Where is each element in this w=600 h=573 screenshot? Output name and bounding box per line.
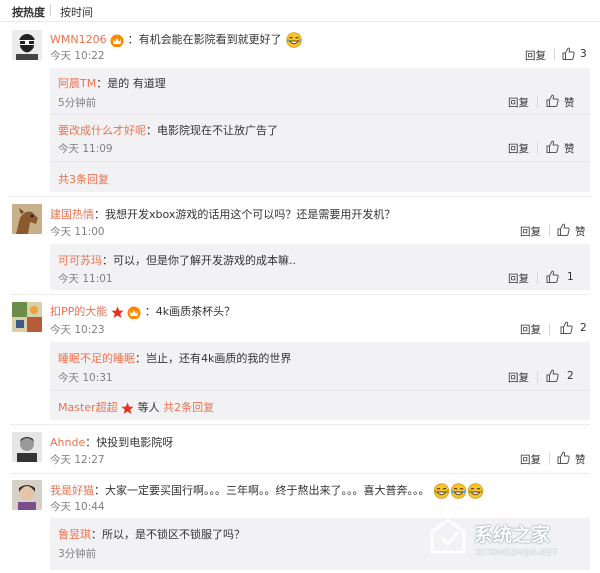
comment-time: 今天 11:00 [50,226,105,238]
more-replies-link[interactable]: 共2条回复 [163,401,214,414]
reply-username[interactable]: 睡眠不足的睡眠 [58,352,135,365]
comment-time: 今天 10:23 [50,324,105,336]
comment-username[interactable]: WMN1206 [50,33,107,46]
reply-text: ：可以，但是你了解开发游戏的成本嘛.. [102,254,296,267]
divider [50,114,590,115]
reply-username[interactable]: 可可苏玛 [58,254,102,267]
action-divider [549,225,550,237]
comment-text: ：快投到电影院呀 [85,436,174,449]
action-divider [537,96,538,108]
reply-username[interactable]: 要改成什么才好呢 [58,124,146,137]
action-divider [549,453,550,465]
like-icon[interactable] [560,321,573,334]
like-count[interactable]: 2 [567,370,574,382]
like-label[interactable]: 赞 [575,452,586,467]
watermark-url: XITONGZHIJIA.NET [476,548,558,557]
comment-text: ：大家一定要买国行啊。。。三年啊。。终于熬出来了。。。喜大普奔。。。 [94,484,430,497]
comment-text: ：我想开发xbox游戏的话用这个可以吗？还是需要用开发机？ [94,208,396,221]
action-divider [537,272,538,284]
like-count[interactable]: 3 [580,48,587,60]
reply-list: 睡眠不足的睡眠：岂止，还有4k画质的我的世界 今天 10:31 回复 2 Mas… [50,342,590,420]
tabs-divider-line [0,21,600,22]
reply-button[interactable]: 回复 [520,452,541,467]
like-icon[interactable] [546,140,559,153]
reply-list: 阿晨TM：是的 有道理 5分钟前 回复 赞 要改成什么才好呢：电影院现在不让放广… [50,68,590,192]
like-icon[interactable] [546,270,559,283]
comment-username[interactable]: 建国热情 [50,208,94,221]
more-replies-link[interactable]: 共3条回复 [58,171,109,187]
more-replies-mid: 等人 [137,401,160,414]
avatar[interactable] [12,302,42,332]
comment-text: ：有机会能在影院看到就更好了 [127,33,282,46]
laugh-cry-emoji-icon [450,483,467,499]
site-watermark: 系统之家 XITONGZHIJIA.NET [420,508,600,570]
star-badge-icon [121,402,134,414]
like-icon[interactable] [546,94,559,107]
reply-button[interactable]: 回复 [508,95,529,110]
divider [50,390,590,391]
vip-badge-icon [110,34,124,47]
comment-username[interactable]: Ahnde [50,436,85,449]
reply-button[interactable]: 回复 [508,271,529,286]
reply-username[interactable]: 鲁昱琪 [58,528,91,541]
like-icon[interactable] [557,223,570,236]
avatar[interactable] [12,432,42,462]
reply-time: 今天 11:01 [58,273,113,285]
like-count[interactable]: 2 [580,322,587,334]
reply-time: 今天 11:09 [58,143,113,155]
vip-badge-icon [127,306,141,319]
reply-time: 5分钟前 [58,97,97,109]
like-label[interactable]: 赞 [564,95,575,110]
comment-divider [10,424,590,425]
comment-divider [10,196,590,197]
like-label[interactable]: 赞 [564,141,575,156]
action-divider [554,49,555,61]
reply-button[interactable]: 回复 [520,224,541,239]
comment-divider [10,473,590,474]
star-badge-icon [111,306,124,318]
comment-time: 今天 10:22 [50,50,105,62]
reply-username[interactable]: 阿晨TM [58,77,96,90]
laugh-cry-emoji-icon [467,483,484,499]
reply-time: 3分钟前 [58,548,97,560]
more-replies-user[interactable]: Master超超 [58,401,118,414]
comment-text: ：4k画质茶杯头？ [144,305,236,318]
laugh-cry-emoji-icon [433,483,450,499]
comment-divider [10,294,590,295]
reply-text: ：所以，是不锁区不锁服了吗？ [91,528,245,541]
reply-button[interactable]: 回复 [525,48,546,63]
reply-button[interactable]: 回复 [520,322,541,337]
laugh-cry-emoji-icon [286,32,303,48]
avatar[interactable] [12,480,42,510]
like-icon[interactable] [557,451,570,464]
comment-username[interactable]: 扣PP的大能 [50,305,107,318]
action-divider [549,323,550,335]
reply-time: 今天 10:31 [58,372,113,384]
tab-divider [50,4,51,16]
reply-button[interactable]: 回复 [508,370,529,385]
like-icon[interactable] [562,47,575,60]
comment-time: 今天 10:44 [50,501,105,513]
reply-button[interactable]: 回复 [508,141,529,156]
tab-hot[interactable]: 按热度 [12,4,45,20]
comment-time: 今天 12:27 [50,454,105,466]
reply-list: 可可苏玛：可以，但是你了解开发游戏的成本嘛.. 今天 11:01 回复 1 [50,244,590,290]
action-divider [537,371,538,383]
reply-text: ：是的 有道理 [96,77,166,90]
avatar[interactable] [12,204,42,234]
sort-tabs: 按热度 按时间 [0,0,600,22]
comment-username[interactable]: 我是好猫 [50,484,94,497]
like-icon[interactable] [546,369,559,382]
reply-text: ：岂止，还有4k画质的我的世界 [135,352,292,365]
reply-text: ：电影院现在不让放广告了 [146,124,278,137]
like-label[interactable]: 赞 [575,224,586,239]
action-divider [537,142,538,154]
divider [50,161,590,162]
tab-time[interactable]: 按时间 [60,4,93,20]
watermark-site-name: 系统之家 [474,524,551,546]
avatar[interactable] [12,30,42,60]
like-count[interactable]: 1 [567,271,574,283]
